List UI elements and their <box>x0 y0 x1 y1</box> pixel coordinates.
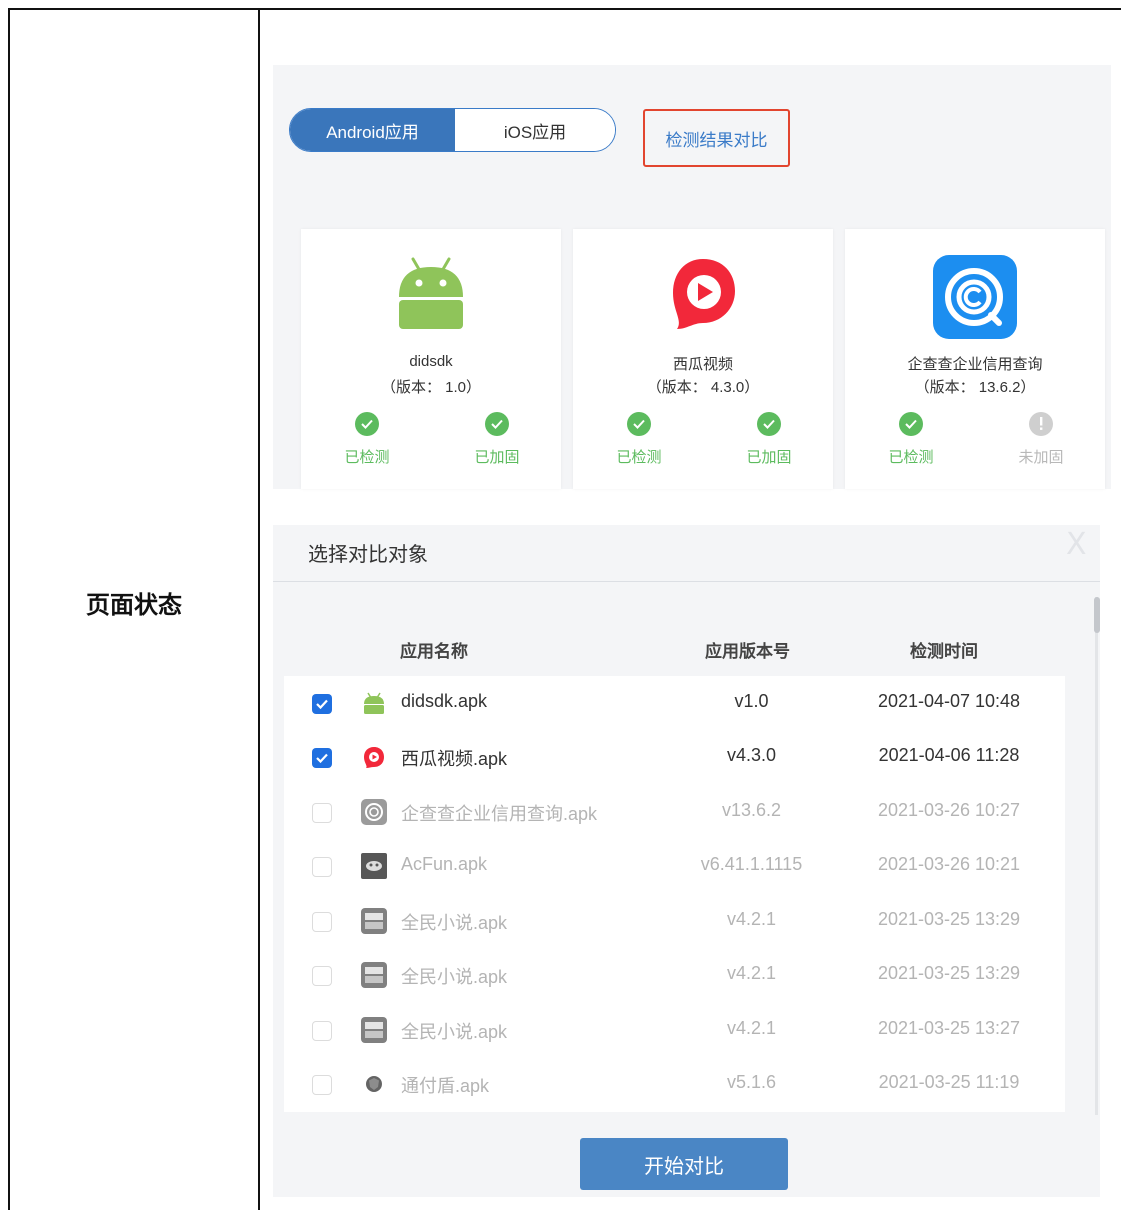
app-version: v13.6.2 <box>721 800 782 820</box>
table-row: 通付盾.apk v5.1.6 2021-03-25 11:19 <box>284 1057 1065 1111</box>
app-version: v1.0 <box>734 691 769 711</box>
scrollbar[interactable] <box>1095 597 1098 1115</box>
compare-results-link[interactable]: 检测结果对比 <box>643 109 790 167</box>
status-label: 已加固 <box>746 449 792 466</box>
check-circle-icon <box>757 412 781 436</box>
app-name: 企查查企业信用查询 <box>907 356 1043 373</box>
scrollbar-thumb[interactable] <box>1094 597 1100 633</box>
novel-icon <box>361 1017 387 1043</box>
detected-status: 已检测 <box>609 412 669 467</box>
status-label: 已检测 <box>344 449 390 466</box>
table-row[interactable]: 西瓜视频.apk v4.3.0 2021-04-06 11:28 <box>284 730 1065 784</box>
check-circle-icon <box>355 412 379 436</box>
app-list-panel: Android应用 iOS应用 检测结果对比 didsdk （版本： 1.0） … <box>273 65 1111 489</box>
start-compare-button[interactable]: 开始对比 <box>580 1138 788 1190</box>
qichacha-icon <box>845 255 1105 339</box>
app-version: v4.3.0 <box>726 745 777 765</box>
column-header-name: 应用名称 <box>400 642 468 661</box>
divider <box>273 581 1100 582</box>
row-checkbox[interactable] <box>312 694 332 714</box>
table-row: 全民小说.apk v4.2.1 2021-03-25 13:29 <box>284 948 1065 1002</box>
row-checkbox <box>312 1075 332 1095</box>
app-file-name: 全民小说.apk <box>401 967 508 987</box>
table-row: 全民小说.apk v4.2.1 2021-03-25 13:27 <box>284 1003 1065 1057</box>
app-version: （版本： 4.3.0） <box>646 379 760 396</box>
app-file-name: AcFun.apk <box>401 854 488 874</box>
table-row[interactable]: didsdk.apk v1.0 2021-04-07 10:48 <box>284 676 1065 730</box>
acfun-icon <box>361 853 387 879</box>
tab-android[interactable]: Android应用 <box>290 109 455 151</box>
close-icon[interactable]: X <box>1066 527 1087 562</box>
app-table-body: didsdk.apk v1.0 2021-04-07 10:48 西瓜视频.ap… <box>284 676 1065 1112</box>
table-row: 全民小说.apk v4.2.1 2021-03-25 13:29 <box>284 894 1065 948</box>
app-version: v5.1.6 <box>726 1072 777 1092</box>
app-version: （版本： 1.0） <box>380 379 482 396</box>
detect-time: 2021-03-25 13:27 <box>877 1018 1021 1038</box>
app-card[interactable]: 西瓜视频 （版本： 4.3.0） 已检测 已加固 <box>573 229 833 489</box>
app-file-name: 企查查企业信用查询.apk <box>401 804 598 824</box>
detect-time: 2021-04-07 10:48 <box>877 691 1021 711</box>
app-card[interactable]: 企查查企业信用查询 （版本： 13.6.2） 已检测 未加固 <box>845 229 1105 489</box>
app-file-name: 全民小说.apk <box>401 913 508 933</box>
detect-time: 2021-03-25 11:19 <box>878 1072 1020 1092</box>
check-circle-icon <box>627 412 651 436</box>
hardened-status: 未加固 <box>1011 412 1071 467</box>
app-version: v4.2.1 <box>726 963 777 983</box>
app-file-name: 全民小说.apk <box>401 1022 508 1042</box>
app-name: 西瓜视频 <box>672 356 733 373</box>
table-row: AcFun.apk v6.41.1.1115 2021-03-26 10:21 <box>284 839 1065 893</box>
app-version: v6.41.1.1115 <box>700 854 803 874</box>
xigua-video-icon <box>361 744 387 770</box>
novel-icon <box>361 908 387 934</box>
android-icon <box>301 255 561 335</box>
status-label: 已加固 <box>474 449 520 466</box>
detect-time: 2021-03-25 13:29 <box>877 963 1021 983</box>
compare-results-label: 检测结果对比 <box>665 130 768 150</box>
hardened-status: 已加固 <box>739 412 799 467</box>
status-label: 已检测 <box>616 449 662 466</box>
compare-select-dialog: 选择对比对象 X 应用名称 应用版本号 检测时间 didsdk.apk v1.0… <box>273 525 1100 1197</box>
app-version: （版本： 13.6.2） <box>914 379 1036 396</box>
detect-time: 2021-03-26 10:21 <box>877 854 1021 874</box>
qichacha-icon <box>361 799 387 825</box>
dialog-title: 选择对比对象 <box>308 544 428 566</box>
row-checkbox[interactable] <box>312 748 332 768</box>
column-header-time: 检测时间 <box>910 642 978 661</box>
table-row: 企查查企业信用查询.apk v13.6.2 2021-03-26 10:27 <box>284 785 1065 839</box>
xigua-video-icon <box>573 255 833 335</box>
hardened-status: 已加固 <box>467 412 527 467</box>
table-column-divider <box>258 8 260 1210</box>
row-checkbox <box>312 1021 332 1041</box>
row-checkbox <box>312 803 332 823</box>
app-version: v4.2.1 <box>726 909 777 929</box>
shield-app-icon <box>361 1071 387 1097</box>
app-file-name: 通付盾.apk <box>401 1076 490 1096</box>
android-icon <box>361 690 387 716</box>
detect-time: 2021-03-25 13:29 <box>877 909 1021 929</box>
app-card[interactable]: didsdk （版本： 1.0） 已检测 已加固 <box>301 229 561 489</box>
status-label: 已检测 <box>888 449 934 466</box>
detected-status: 已检测 <box>337 412 397 467</box>
row-checkbox <box>312 966 332 986</box>
app-name: didsdk <box>409 353 453 370</box>
app-file-name: 西瓜视频.apk <box>401 749 508 769</box>
check-circle-icon <box>899 412 923 436</box>
app-file-name: didsdk.apk <box>401 691 488 711</box>
detected-status: 已检测 <box>881 412 941 467</box>
status-label: 未加固 <box>1018 449 1064 466</box>
detect-time: 2021-04-06 11:28 <box>878 745 1020 765</box>
row-checkbox <box>312 857 332 877</box>
platform-segmented-control: Android应用 iOS应用 <box>289 108 616 152</box>
exclamation-circle-icon <box>1029 412 1053 436</box>
novel-icon <box>361 962 387 988</box>
row-checkbox <box>312 912 332 932</box>
row-label: 页面状态 <box>86 592 182 619</box>
app-version: v4.2.1 <box>726 1018 777 1038</box>
check-circle-icon <box>485 412 509 436</box>
detect-time: 2021-03-26 10:27 <box>877 800 1021 820</box>
tab-ios[interactable]: iOS应用 <box>455 109 615 151</box>
column-header-version: 应用版本号 <box>705 642 790 661</box>
